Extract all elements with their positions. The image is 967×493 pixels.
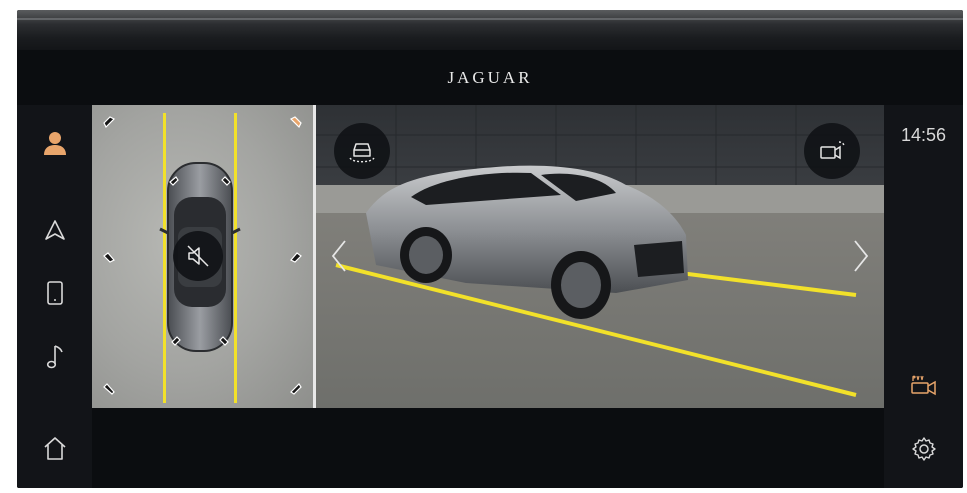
camera-select-button[interactable]	[804, 123, 860, 179]
nav-item-profile[interactable]	[17, 123, 92, 163]
mute-button[interactable]	[173, 231, 223, 281]
camera-perspective-view	[316, 105, 884, 408]
nav-item-media[interactable]	[17, 337, 92, 377]
infotainment-screen: JAGUAR 14:56	[17, 10, 963, 488]
chevron-right-icon	[854, 240, 869, 272]
phone-icon	[46, 281, 63, 305]
settings-button[interactable]	[884, 429, 963, 469]
clock: 14:56	[900, 125, 947, 145]
person-icon	[43, 132, 66, 155]
view-3d-button[interactable]	[334, 123, 390, 179]
car-360-icon	[349, 143, 375, 163]
sensor-marker	[103, 383, 115, 395]
surround-view-top-down	[92, 105, 313, 408]
sensor-marker	[171, 336, 181, 346]
right-sidebar: 14:56	[884, 105, 963, 488]
bottom-strip	[92, 408, 884, 488]
music-note-icon	[46, 345, 63, 369]
navigation-arrow-icon	[44, 220, 65, 240]
speaker-muted-icon	[187, 245, 209, 267]
park-camera-icon	[910, 375, 936, 396]
next-view-arrow[interactable]	[848, 236, 874, 276]
sensor-marker	[221, 176, 231, 186]
home-icon	[43, 437, 66, 460]
brand-logo: JAGUAR	[447, 68, 533, 87]
camera-switch-icon	[820, 141, 845, 160]
park-camera-button[interactable]	[884, 364, 963, 404]
left-sidebar	[17, 105, 92, 488]
sensor-marker-alert	[289, 116, 302, 129]
nav-item-home[interactable]	[17, 428, 92, 468]
sensor-marker	[290, 383, 302, 395]
sensor-marker	[169, 176, 179, 186]
nav-item-navigation[interactable]	[17, 210, 92, 250]
screen-bezel	[17, 10, 963, 50]
sensor-marker	[219, 336, 229, 346]
sensor-marker	[290, 252, 302, 263]
sensor-marker	[103, 252, 115, 263]
camera-scene	[316, 105, 884, 408]
previous-view-arrow[interactable]	[326, 236, 352, 276]
sensor-marker	[103, 116, 116, 129]
gear-icon	[911, 437, 936, 461]
nav-item-phone[interactable]	[17, 273, 92, 313]
chevron-left-icon	[331, 240, 346, 272]
